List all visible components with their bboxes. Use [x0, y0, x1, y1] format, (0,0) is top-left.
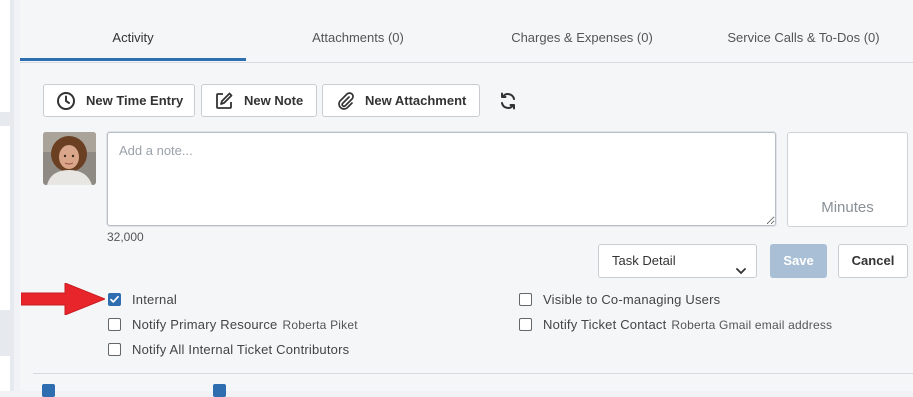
clock-icon [56, 91, 76, 111]
active-tab-indicator [20, 58, 246, 61]
activity-panel: Activity Attachments (0) Charges & Expen… [20, 0, 913, 397]
primary-resource-name: Roberta Piket [282, 317, 358, 332]
notify-all-label: Notify All Internal Ticket Contributors [132, 342, 350, 357]
ticket-contact-name: Roberta Gmail email address [671, 317, 833, 332]
note-type-selected: Task Detail [612, 253, 676, 268]
visible-comanaging-row[interactable]: Visible to Co-managing Users [519, 292, 720, 307]
notify-all-checkbox[interactable] [108, 343, 121, 356]
notify-contact-row[interactable]: Notify Ticket Contact Roberta Gmail emai… [519, 317, 832, 332]
internal-checkbox-row[interactable]: Internal [108, 292, 177, 307]
avatar [43, 132, 96, 185]
tab-label: Activity [112, 30, 154, 45]
section-divider [33, 373, 913, 374]
new-note-label: New Note [244, 93, 304, 108]
tab-label: Attachments (0) [312, 30, 404, 45]
cancel-button[interactable]: Cancel [838, 244, 908, 278]
paperclip-icon [335, 91, 355, 111]
internal-checkbox[interactable] [108, 293, 121, 306]
note-type-select[interactable]: Task Detail [598, 244, 757, 278]
visible-comanaging-label: Visible to Co-managing Users [543, 292, 721, 307]
new-time-entry-button[interactable]: New Time Entry [43, 84, 195, 117]
check-icon [110, 295, 119, 303]
left-edge-panel [0, 126, 10, 310]
tab-charges-expenses[interactable]: Charges & Expenses (0) [470, 0, 694, 61]
tab-label: Service Calls & To-Dos (0) [727, 30, 880, 45]
tab-service-calls-todos[interactable]: Service Calls & To-Dos (0) [694, 0, 913, 61]
notify-primary-label: Notify Primary Resource [132, 317, 278, 332]
tab-attachments[interactable]: Attachments (0) [246, 0, 470, 61]
minutes-input[interactable]: Minutes [787, 132, 908, 227]
notify-primary-checkbox[interactable] [108, 318, 121, 331]
edit-note-icon [214, 91, 234, 111]
new-note-button[interactable]: New Note [201, 84, 317, 117]
notify-all-row[interactable]: Notify All Internal Ticket Contributors [108, 342, 349, 357]
tab-activity[interactable]: Activity [20, 0, 246, 61]
internal-label: Internal [132, 292, 177, 307]
new-attachment-button[interactable]: New Attachment [322, 84, 480, 117]
red-arrow-annotation [21, 283, 105, 315]
visible-comanaging-checkbox[interactable] [519, 293, 532, 306]
tab-bar: Activity Attachments (0) Charges & Expen… [20, 0, 913, 63]
notify-contact-checkbox[interactable] [519, 318, 532, 331]
tab-label: Charges & Expenses (0) [511, 30, 653, 45]
character-counter: 32,000 [107, 230, 144, 244]
left-edge [0, 0, 14, 391]
left-edge-panel [0, 0, 10, 112]
chevron-down-icon [736, 256, 746, 275]
notify-primary-row[interactable]: Notify Primary Resource Roberta Piket [108, 317, 358, 332]
note-textarea[interactable] [107, 132, 776, 226]
minutes-placeholder: Minutes [821, 199, 874, 216]
refresh-icon[interactable] [498, 91, 518, 111]
notify-contact-label: Notify Ticket Contact [543, 317, 667, 332]
left-edge-panel [0, 356, 10, 391]
save-button[interactable]: Save [770, 244, 827, 278]
new-attachment-label: New Attachment [365, 93, 467, 108]
new-time-entry-label: New Time Entry [86, 93, 184, 108]
